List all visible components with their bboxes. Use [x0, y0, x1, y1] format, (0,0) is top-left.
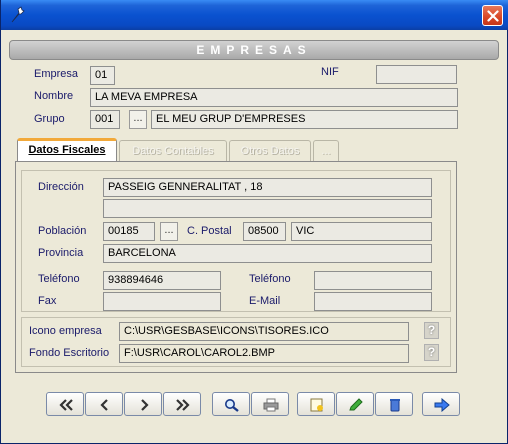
prev-icon	[100, 399, 108, 411]
delete-record-button[interactable]	[375, 392, 413, 416]
tab-more[interactable]: ...	[313, 140, 339, 162]
delete-icon	[390, 399, 400, 412]
exit-icon	[434, 398, 450, 412]
window: EMPRESAS Empresa 01 NIF Nombre LA MEVA E…	[0, 0, 508, 444]
fondo-label: Fondo Escritorio	[29, 347, 110, 359]
poblacion-lookup-button[interactable]: ...	[160, 222, 178, 241]
next-icon	[141, 399, 149, 411]
nif-label: NIF	[321, 66, 339, 78]
grupo-code-field[interactable]: 001	[90, 110, 120, 129]
last-icon	[176, 399, 190, 411]
new-icon	[310, 398, 323, 412]
nif-field[interactable]	[376, 65, 457, 84]
email-label: E-Mail	[249, 295, 281, 307]
search-button[interactable]	[212, 392, 250, 416]
grupo-label: Grupo	[34, 113, 65, 125]
provincia-label: Provincia	[38, 247, 84, 259]
ciudad-field[interactable]: VIC	[291, 222, 432, 241]
tab-datos-contables[interactable]: Datos Contables	[119, 140, 227, 162]
poblacion-code-field[interactable]: 00185	[103, 222, 155, 241]
nombre-field[interactable]: LA MEVA EMPRESA	[90, 88, 458, 107]
last-record-button[interactable]	[163, 392, 201, 416]
grupo-name-field[interactable]: EL MEU GRUP D'EMPRESES	[151, 110, 458, 129]
exit-button[interactable]	[422, 392, 460, 416]
telefono2-field[interactable]	[314, 271, 432, 290]
close-icon	[487, 10, 499, 22]
fax-label: Fax	[38, 295, 57, 307]
edit-record-button[interactable]	[336, 392, 374, 416]
direccion-field-2[interactable]	[103, 199, 432, 218]
empresa-field[interactable]: 01	[90, 66, 115, 85]
prev-record-button[interactable]	[85, 392, 123, 416]
cpostal-label: C. Postal	[187, 225, 232, 237]
title-bar[interactable]	[1, 0, 508, 30]
telefono1-field[interactable]: 938894646	[103, 271, 221, 290]
tab-datos-fiscales[interactable]: Datos Fiscales	[17, 138, 117, 162]
nombre-label: Nombre	[34, 90, 74, 102]
cpostal-field[interactable]: 08500	[243, 222, 286, 241]
telefono2-label: Teléfono	[249, 273, 291, 285]
icono-help-icon[interactable]: ?	[424, 322, 439, 339]
poblacion-label: Población	[38, 225, 87, 237]
telefono1-label: Teléfono	[38, 273, 80, 285]
fax-field[interactable]	[103, 292, 221, 311]
icono-field[interactable]: C:\USR\GESBASE\ICONS\TISORES.ICO	[119, 322, 409, 341]
tab-otros-datos[interactable]: Otros Datos	[229, 140, 311, 162]
close-button[interactable]	[482, 5, 503, 26]
direccion-label: Dirección	[38, 181, 84, 193]
print-button[interactable]	[251, 392, 289, 416]
first-icon	[59, 399, 73, 411]
page-title: EMPRESAS	[9, 40, 499, 60]
new-record-button[interactable]	[297, 392, 335, 416]
next-record-button[interactable]	[124, 392, 162, 416]
first-record-button[interactable]	[46, 392, 84, 416]
direccion-field-1[interactable]: PASSEIG GENNERALITAT , 18	[103, 178, 432, 197]
wrench-icon	[9, 6, 25, 24]
grupo-lookup-button[interactable]: ...	[129, 110, 147, 129]
empresa-label: Empresa	[34, 68, 79, 80]
fondo-field[interactable]: F:\USR\CAROL\CAROL2.BMP	[119, 344, 409, 363]
fondo-help-icon[interactable]: ?	[424, 344, 439, 361]
email-field[interactable]	[314, 292, 432, 311]
icono-label: Icono empresa	[29, 325, 102, 337]
search-icon	[225, 399, 239, 412]
provincia-field[interactable]: BARCELONA	[103, 244, 432, 263]
edit-icon	[349, 398, 363, 411]
print-icon	[263, 398, 279, 412]
